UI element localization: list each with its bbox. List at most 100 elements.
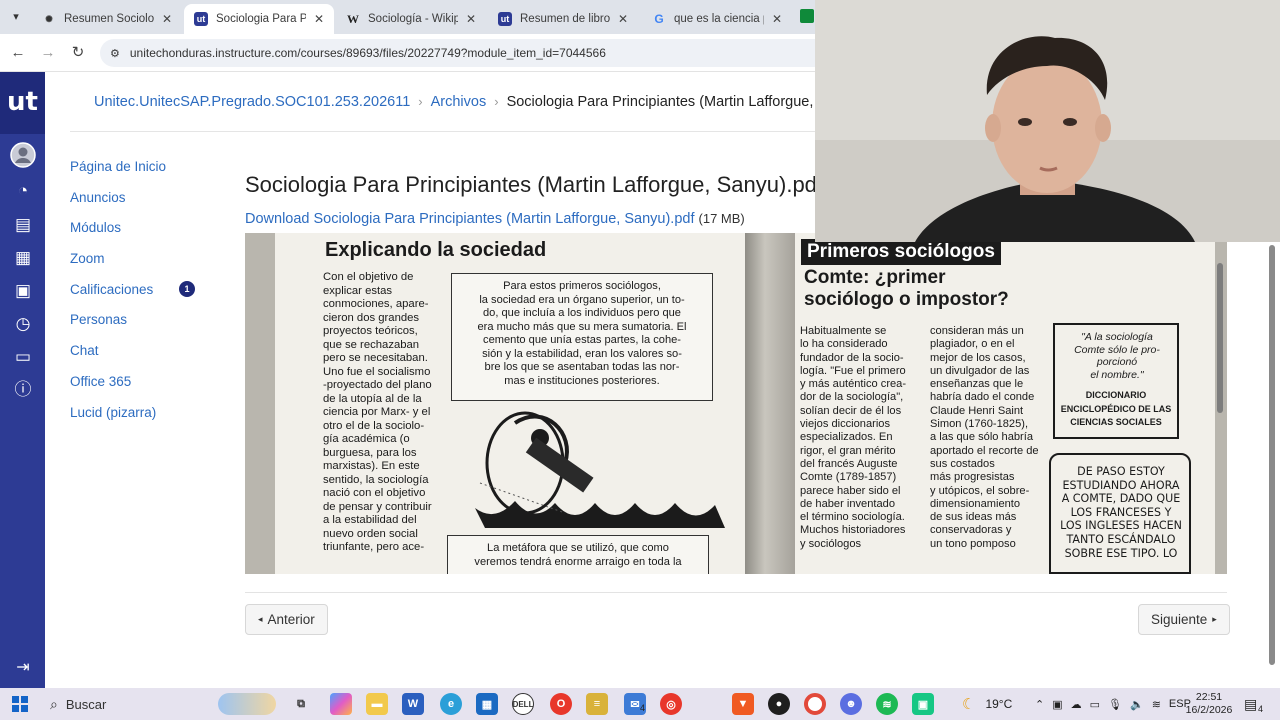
wikipedia-icon: W: [347, 11, 359, 26]
pdf-gutter: [745, 233, 795, 574]
microphone-icon[interactable]: 🎙: [1108, 698, 1122, 711]
breadcrumb-course-link[interactable]: Unitec.UnitecSAP.Pregrado.SOC101.253.202…: [94, 94, 410, 110]
institution-logo[interactable]: ut: [0, 72, 45, 134]
browser-tab[interactable]: G que es la ciencia política ✕: [642, 4, 792, 34]
course-nav-label: Office 365: [70, 373, 132, 389]
copilot-icon[interactable]: [330, 693, 352, 715]
history-icon[interactable]: ◷: [10, 311, 36, 337]
file-explorer-icon[interactable]: ▬: [366, 693, 388, 715]
page-scrollbar[interactable]: [1268, 235, 1276, 675]
pdf-text-box: Para estos primeros sociólogos, la socie…: [451, 273, 713, 401]
pdf-scroll-thumb[interactable]: [1217, 263, 1223, 413]
pdf-page-right: Primeros sociólogos Comte: ¿primer soció…: [795, 233, 1215, 574]
course-nav-modules[interactable]: Módulos: [70, 219, 220, 250]
course-nav-zoom[interactable]: Zoom: [70, 250, 220, 281]
tab-title: Resumen Sociologia: [64, 13, 154, 25]
calendar-icon[interactable]: ▦: [10, 245, 36, 271]
tab-title: Resumen de libro 1: [520, 13, 610, 25]
close-icon[interactable]: ✕: [466, 12, 476, 26]
system-tray[interactable]: ⌃ ▣ ☁ ▭ 🎙 🔈 ≋ ESP: [1035, 688, 1191, 720]
tab-title: Sociologia Para Principiantes: [216, 13, 306, 25]
browser-tab-active[interactable]: ut Sociologia Para Principiantes ✕: [184, 4, 334, 34]
dell-icon[interactable]: DELL: [512, 693, 534, 715]
notification-center-icon[interactable]: ▤: [1244, 688, 1257, 720]
courses-icon[interactable]: ▤: [10, 212, 36, 238]
clock-time: 22:51: [1195, 691, 1223, 703]
tab-title: Sociología - Wikipedia: [368, 13, 458, 25]
close-icon[interactable]: ✕: [618, 12, 628, 26]
account-icon[interactable]: [10, 142, 36, 168]
kahoot-icon[interactable]: [800, 9, 814, 23]
wifi-icon[interactable]: ≋: [1152, 698, 1161, 711]
task-view-icon[interactable]: ⧉: [290, 693, 312, 715]
chrome-icon[interactable]: [804, 693, 826, 715]
url-text: unitechonduras.instructure.com/courses/8…: [129, 46, 606, 60]
inbox-icon[interactable]: ▣: [10, 278, 36, 304]
pdf-scrollbar[interactable]: [1217, 253, 1223, 553]
browser-tab[interactable]: ut Resumen de libro 1 ✕: [488, 4, 638, 34]
previous-button[interactable]: ◂ Anterior: [245, 604, 328, 635]
forward-button[interactable]: →: [38, 43, 58, 63]
close-icon[interactable]: ✕: [314, 12, 324, 26]
course-nav-label: Chat: [70, 343, 99, 359]
brave-icon[interactable]: ▼: [732, 693, 754, 715]
dashboard-icon[interactable]: ◔: [10, 178, 36, 204]
next-button[interactable]: Siguiente ▸: [1138, 604, 1230, 635]
reload-button[interactable]: ↻: [68, 43, 88, 63]
search-icon: ⌕: [50, 695, 58, 712]
site-info-icon[interactable]: ⚙: [110, 47, 120, 60]
windows-start-icon[interactable]: [12, 696, 28, 712]
download-link[interactable]: Download Sociologia Para Principiantes (…: [245, 211, 695, 227]
clock[interactable]: 22:51 16/2/2026: [1184, 688, 1234, 720]
edge-icon[interactable]: e: [440, 693, 462, 715]
collapse-nav-icon[interactable]: ⇥: [10, 657, 36, 679]
google-icon: G: [654, 12, 664, 26]
pdf-illustration: [455, 403, 745, 533]
file-size: (17 MB): [698, 211, 745, 226]
course-navigation: Página de Inicio Anuncios Módulos Zoom C…: [70, 158, 220, 434]
course-nav-home[interactable]: Página de Inicio: [70, 158, 220, 189]
chevron-up-icon[interactable]: ⌃: [1035, 698, 1044, 711]
course-nav-label: Zoom: [70, 251, 105, 267]
opera-icon[interactable]: O: [550, 693, 572, 715]
tab-title: que es la ciencia política: [674, 13, 764, 25]
word-icon[interactable]: W: [402, 693, 424, 715]
breadcrumb-current: Sociologia Para Principiantes (Martin La…: [506, 93, 815, 110]
canvas-icon: ut: [194, 12, 208, 26]
discord-icon[interactable]: ☻: [840, 693, 862, 715]
course-nav-grades[interactable]: Calificaciones 1: [70, 280, 220, 312]
course-nav-office365[interactable]: Office 365: [70, 373, 220, 404]
back-button[interactable]: ←: [8, 43, 28, 63]
taskbar-search[interactable]: ⌕ Buscar: [42, 690, 278, 718]
security-app-icon[interactable]: ◎: [660, 693, 682, 715]
course-nav-lucid[interactable]: Lucid (pizarra): [70, 404, 220, 435]
tab-search-button[interactable]: ▾: [6, 8, 26, 26]
course-nav-people[interactable]: Personas: [70, 311, 220, 342]
chatgpt-icon: ✺: [45, 13, 53, 24]
temperature: 19°C: [985, 697, 1013, 711]
weather-widget[interactable]: ☾ 19°C: [962, 688, 1012, 720]
obs-icon[interactable]: ●: [768, 693, 790, 715]
close-icon[interactable]: ✕: [162, 12, 172, 26]
pdf-viewer[interactable]: Explicando la sociedad Con el objetivo d…: [245, 233, 1227, 574]
spotify-icon[interactable]: ≋: [876, 693, 898, 715]
close-icon[interactable]: ✕: [772, 12, 782, 26]
chat-app-icon[interactable]: ▣: [912, 693, 934, 715]
network-usage-icon[interactable]: ▣: [1052, 698, 1062, 711]
download-row: Download Sociologia Para Principiantes (…: [245, 211, 745, 227]
help-icon[interactable]: ⓘ: [10, 377, 36, 403]
page-scroll-thumb[interactable]: [1269, 245, 1275, 665]
layers-app-icon[interactable]: ≡: [586, 693, 608, 715]
onedrive-icon[interactable]: ☁: [1071, 698, 1082, 711]
course-nav-chat[interactable]: Chat: [70, 342, 220, 373]
studio-icon[interactable]: ▭: [10, 344, 36, 370]
browser-tab[interactable]: W Sociología - Wikipedia ✕: [336, 4, 486, 34]
course-nav-announcements[interactable]: Anuncios: [70, 189, 220, 220]
breadcrumb-files-link[interactable]: Archivos: [431, 94, 487, 110]
pdf-quote-box: "A la sociología Comte sólo le pro- porc…: [1053, 323, 1179, 439]
pdf-heading: Comte: ¿primer sociólogo o impostor?: [804, 267, 1009, 310]
volume-icon[interactable]: 🔈: [1130, 698, 1144, 711]
battery-icon[interactable]: ▭: [1090, 698, 1100, 711]
store-icon[interactable]: ▦: [476, 693, 498, 715]
browser-tab[interactable]: ✺ Resumen Sociologia ✕: [32, 4, 182, 34]
